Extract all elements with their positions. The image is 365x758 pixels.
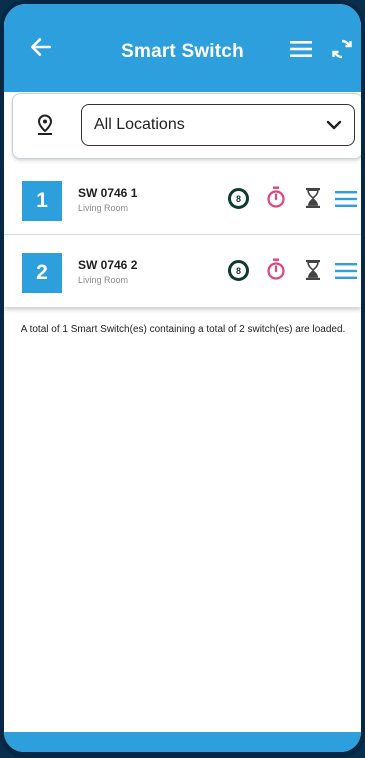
row-menu-icon[interactable]	[335, 190, 357, 208]
switch-room: Living Room	[78, 275, 129, 285]
counter-icon[interactable]: 8	[228, 188, 249, 209]
counter-value: 8	[236, 194, 241, 204]
device-frame: Smart Switch All Locations 1 SW 0746 1 L…	[0, 0, 365, 758]
chevron-down-icon	[326, 120, 342, 130]
switch-index-badge: 2	[22, 253, 62, 293]
app-bar: Smart Switch	[4, 4, 361, 92]
location-select-value: All Locations	[94, 116, 185, 133]
menu-icon[interactable]	[290, 40, 312, 58]
counter-icon[interactable]: 8	[228, 260, 249, 281]
switch-name: SW 0746 1	[78, 186, 138, 200]
sync-icon[interactable]	[330, 37, 354, 61]
switch-name: SW 0746 2	[78, 258, 138, 272]
hourglass-icon[interactable]	[306, 188, 320, 208]
counter-value: 8	[236, 266, 241, 276]
timer-icon[interactable]	[266, 258, 286, 280]
switch-list: 1 SW 0746 1 Living Room 8 2 SW 0746 2 Li…	[4, 164, 361, 307]
summary-text: A total of 1 Smart Switch(es) containing…	[20, 324, 346, 335]
list-item[interactable]: 1 SW 0746 1 Living Room 8	[4, 164, 361, 235]
app-screen: Smart Switch All Locations 1 SW 0746 1 L…	[4, 4, 361, 752]
location-pin-icon	[37, 114, 53, 135]
row-menu-icon[interactable]	[335, 262, 357, 280]
list-item[interactable]: 2 SW 0746 2 Living Room 8	[4, 236, 361, 306]
switch-room: Living Room	[78, 203, 129, 213]
switch-index-badge: 1	[22, 181, 62, 221]
hourglass-icon[interactable]	[306, 260, 320, 280]
location-select[interactable]: All Locations	[81, 104, 355, 146]
bottom-bar	[4, 732, 361, 752]
timer-icon[interactable]	[266, 186, 286, 208]
location-filter-bar: All Locations	[12, 93, 361, 159]
